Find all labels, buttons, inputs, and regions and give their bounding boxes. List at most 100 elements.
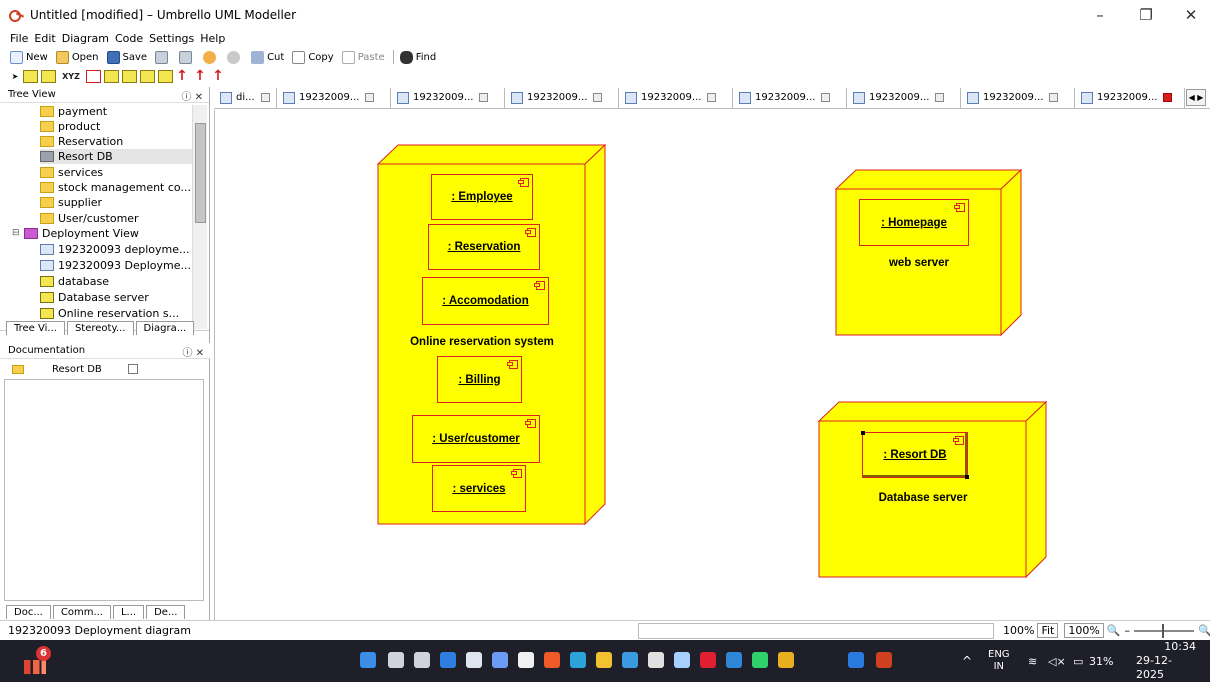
tree-item[interactable]: product <box>40 119 100 134</box>
tab-scroll-arrows[interactable]: ◀ ▶ <box>1186 89 1206 106</box>
undo-button[interactable] <box>203 50 219 64</box>
weather-widget[interactable]: 6 <box>22 646 52 676</box>
photos-icon[interactable] <box>622 652 638 668</box>
zoom-minus-icon[interactable]: – <box>1125 624 1131 637</box>
component-user-customer[interactable]: : User/customer <box>412 415 540 463</box>
menu-diagram[interactable]: Diagram <box>62 32 109 45</box>
redo-button[interactable] <box>227 50 243 64</box>
tree-item[interactable]: Deployment View <box>24 226 139 241</box>
tab-documentation[interactable]: Doc... <box>6 605 51 619</box>
paste-button[interactable]: Paste <box>341 50 385 64</box>
diagram-tab[interactable]: 19232009... <box>1075 87 1185 108</box>
selection-handle[interactable] <box>861 431 865 435</box>
node-tool-icon[interactable] <box>23 70 38 83</box>
tab-close-icon[interactable] <box>479 93 489 102</box>
component-employee[interactable]: : Employee <box>431 174 533 220</box>
generalization-arrow-icon[interactable]: ↑ <box>212 69 224 83</box>
tree-item[interactable]: 192320093 deployme... <box>40 242 189 257</box>
zoom-out-icon[interactable]: 🔍 <box>1107 624 1121 637</box>
tree-view-controls[interactable]: ⓘ ✕ <box>181 88 203 103</box>
vscode-icon[interactable] <box>726 652 742 668</box>
start-icon[interactable] <box>360 652 376 668</box>
interface-tool-icon[interactable] <box>158 70 173 83</box>
close-button[interactable]: ✕ <box>1168 0 1210 30</box>
tab-close-icon[interactable] <box>707 93 717 102</box>
wifi-icon[interactable]: ≋ <box>1028 640 1037 682</box>
volume-muted-icon[interactable]: ◁× <box>1048 640 1066 682</box>
select-arrow-tool[interactable]: ➤ <box>10 70 20 83</box>
diagram-canvas[interactable]: : Employee : Reservation : Accomodation … <box>214 110 1210 620</box>
clock[interactable]: 10:34 29-12-2025 <box>1136 640 1196 682</box>
selection-handle[interactable] <box>965 475 969 479</box>
component-resort-db[interactable]: : Resort DB <box>861 431 969 479</box>
tab-stereotypes[interactable]: Stereoty... <box>66 321 134 335</box>
menu-help[interactable]: Help <box>200 32 225 45</box>
object-tool[interactable]: XYZ <box>59 70 83 83</box>
box-tool-icon[interactable] <box>86 70 101 83</box>
brave-icon[interactable] <box>544 652 560 668</box>
opera-icon[interactable] <box>700 652 716 668</box>
diagram-tab[interactable]: 19232009... <box>391 87 505 108</box>
tab-close-icon[interactable] <box>821 93 831 102</box>
umbrello-icon[interactable] <box>876 652 892 668</box>
zoom-in-icon[interactable]: 🔍 <box>1198 624 1210 637</box>
note-tool-icon[interactable] <box>122 70 137 83</box>
diagram-tab[interactable]: 19232009... <box>961 87 1075 108</box>
file-explorer-icon[interactable] <box>596 652 612 668</box>
collapse-icon[interactable]: ⊟ <box>12 228 20 238</box>
store-icon[interactable] <box>440 652 456 668</box>
zoom-fit-button[interactable]: Fit <box>1037 623 1059 638</box>
diagram-tab[interactable]: 19232009... <box>733 87 847 108</box>
battery-icon[interactable]: ▭ <box>1073 640 1083 682</box>
maximize-button[interactable]: ❐ <box>1123 0 1169 30</box>
diagram-tab[interactable]: 19232009... <box>505 87 619 108</box>
scrollbar-thumb[interactable] <box>195 123 206 223</box>
files-icon[interactable] <box>674 652 690 668</box>
tab-tree-view[interactable]: Tree Vi... <box>6 321 65 335</box>
diagram-tab[interactable]: 19232009... <box>277 87 391 108</box>
tab-diagrams[interactable]: Diagra... <box>135 321 195 335</box>
tree-item[interactable]: Resort DB <box>40 149 192 164</box>
menu-file[interactable]: File <box>10 32 28 45</box>
task-view-icon[interactable] <box>414 652 430 668</box>
component-services[interactable]: : services <box>432 465 526 512</box>
copilot-icon[interactable] <box>492 652 508 668</box>
documentation-text-area[interactable] <box>4 379 204 601</box>
menu-edit[interactable]: Edit <box>34 32 55 45</box>
tree-item[interactable]: payment <box>40 104 107 119</box>
node-database-server[interactable] <box>818 401 1048 579</box>
minimize-button[interactable]: – <box>1077 0 1123 30</box>
save-button[interactable]: Save <box>106 50 147 64</box>
documentation-checkbox[interactable] <box>127 364 138 374</box>
component-reservation[interactable]: : Reservation <box>428 224 540 270</box>
zoom-slider[interactable] <box>1134 623 1195 638</box>
artifact-tool-icon[interactable] <box>140 70 155 83</box>
tab-command-history[interactable]: Comm... <box>52 605 111 619</box>
dependency-arrow-icon[interactable]: ↑ <box>176 69 188 83</box>
paint-icon[interactable] <box>848 652 864 668</box>
tab-close-icon[interactable] <box>935 93 945 102</box>
tree-item[interactable]: supplier <box>40 195 102 210</box>
tree-item[interactable]: database <box>40 274 109 289</box>
cut-button[interactable]: Cut <box>251 50 284 64</box>
component-homepage[interactable]: : Homepage <box>859 199 969 246</box>
association-arrow-icon[interactable]: ↑ <box>194 69 206 83</box>
component-tool-icon[interactable] <box>41 70 56 83</box>
chrome-icon[interactable] <box>778 652 794 668</box>
find-button[interactable]: Find <box>399 50 436 64</box>
component-accomodation[interactable]: : Accomodation <box>422 277 549 325</box>
print-preview-button[interactable] <box>179 50 195 64</box>
tree-item[interactable]: services <box>40 165 103 180</box>
tab-log[interactable]: L... <box>112 605 145 619</box>
whatsapp-icon[interactable] <box>752 652 768 668</box>
menu-code[interactable]: Code <box>115 32 143 45</box>
amazon-icon[interactable] <box>518 652 534 668</box>
new-button[interactable]: New <box>10 50 48 64</box>
print-button[interactable] <box>155 50 171 64</box>
component-billing[interactable]: : Billing <box>437 356 522 403</box>
show-hidden-icons[interactable]: ^ <box>962 640 972 682</box>
text-tool-icon[interactable] <box>104 70 119 83</box>
tree-item[interactable]: 192320093 Deployme... <box>40 258 191 273</box>
dollar-icon[interactable] <box>648 652 664 668</box>
search-icon[interactable] <box>388 652 404 668</box>
